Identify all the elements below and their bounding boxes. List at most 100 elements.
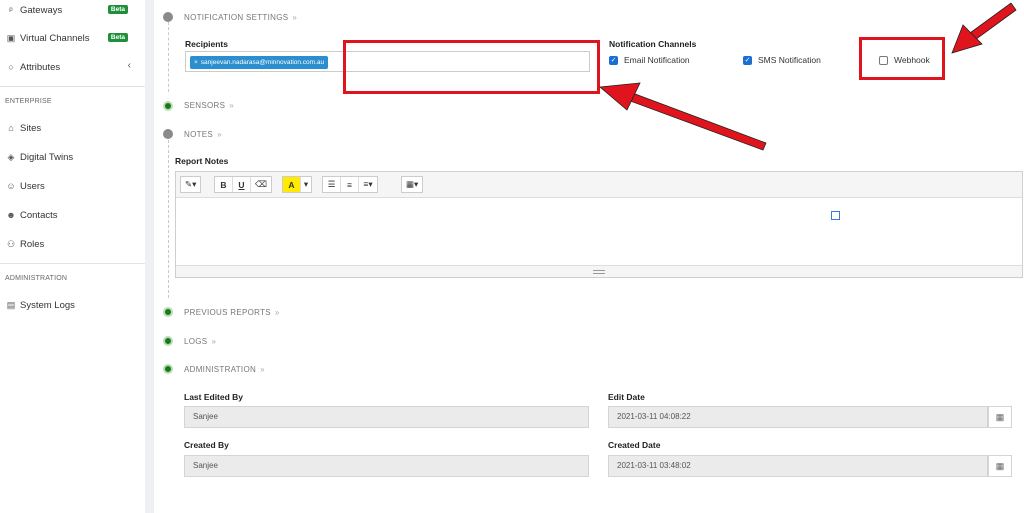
ordered-list-button[interactable]: ≡ — [341, 177, 359, 192]
timeline-line — [168, 22, 169, 92]
sidebar-item-attributes[interactable]: ○ Attributes ‹ — [5, 59, 145, 75]
section-heading-enterprise: ENTERPRISE — [5, 98, 52, 105]
circle-icon: ○ — [8, 62, 14, 72]
section-sensors[interactable]: SENSORS» — [184, 101, 234, 110]
sidebar-item-contacts[interactable]: ☻ Contacts — [5, 207, 58, 223]
email-notification-checkbox[interactable]: ✓ Email Notification — [609, 55, 690, 65]
underline-button[interactable]: U — [233, 177, 251, 192]
eraser-icon[interactable]: ⌫ — [251, 177, 271, 192]
calendar-icon[interactable]: ▦ — [988, 406, 1012, 428]
gateway-icon: ᵖ — [9, 5, 13, 15]
sidebar-item-digital-twins[interactable]: ◈ Digital Twins — [5, 149, 74, 165]
highlight-box-recipients — [343, 40, 600, 94]
chevron-right-icon: » — [229, 101, 234, 110]
grip-icon — [593, 269, 605, 274]
sidebar-item-label: Digital Twins — [20, 151, 74, 163]
section-dot — [163, 101, 173, 111]
section-previous-reports[interactable]: PREVIOUS REPORTS» — [184, 308, 280, 317]
toolbar-group-font: B U ⌫ — [214, 176, 273, 193]
section-dot — [163, 336, 173, 346]
beta-badge: Beta — [107, 5, 128, 14]
beta-badge: Beta — [107, 33, 128, 42]
square-marker-icon — [831, 211, 840, 220]
editor-content[interactable] — [176, 198, 1022, 265]
sidebar-item-sites[interactable]: ⌂ Sites — [5, 120, 41, 136]
section-dot — [163, 364, 173, 374]
last-edited-by-label: Last Edited By — [184, 392, 244, 402]
section-administration[interactable]: ADMINISTRATION» — [184, 365, 265, 374]
section-title: NOTIFICATION SETTINGS — [184, 13, 289, 22]
sidebar-item-system-logs[interactable]: ▤ System Logs — [5, 297, 75, 313]
table-dropdown[interactable]: ▦▾ — [402, 177, 422, 192]
chevron-right-icon: » — [260, 365, 265, 374]
magic-wand-icon[interactable]: ✎▾ — [181, 177, 200, 192]
sidebar-item-label: Virtual Channels — [20, 32, 90, 44]
sidebar-item-gateways[interactable]: ᵖ Gateways Beta — [5, 2, 140, 18]
recipients-label: Recipients — [185, 39, 228, 49]
section-heading-administration: ADMINISTRATION — [5, 275, 68, 282]
toolbar-group-color: A ▾ — [282, 176, 312, 193]
sidebar-item-label: System Logs — [20, 299, 75, 311]
chevron-right-icon: » — [292, 13, 298, 22]
created-date-label: Created Date — [608, 440, 661, 450]
section-dot — [163, 307, 173, 317]
sms-notification-checkbox[interactable]: ✓ SMS Notification — [743, 55, 821, 65]
checkbox-label: SMS Notification — [758, 55, 821, 65]
chevron-right-icon: » — [217, 130, 222, 139]
section-dot — [163, 12, 173, 22]
clipboard-icon: ▤ — [6, 299, 16, 310]
sidebar-divider — [145, 0, 154, 513]
unordered-list-button[interactable]: ☰ — [323, 177, 341, 192]
sidebar-item-label: Contacts — [20, 209, 58, 221]
chevron-left-icon[interactable]: ‹ — [128, 60, 131, 71]
section-dot — [163, 129, 173, 139]
recipient-tag[interactable]: × sanjeevan.nadarasa@minnovation.com.au — [190, 56, 329, 69]
text-color-button[interactable]: A — [283, 177, 301, 192]
align-dropdown[interactable]: ≡▾ — [359, 177, 377, 192]
section-title: ADMINISTRATION — [184, 365, 257, 374]
last-edited-by-field: Sanjee — [184, 406, 589, 428]
sidebar-item-label: Users — [20, 180, 45, 192]
sidebar-item-label: Gateways — [20, 4, 63, 16]
checkbox-checked-icon: ✓ — [743, 55, 752, 65]
edit-date-field: 2021-03-11 04:08:22 — [608, 406, 988, 428]
user-icon: ☺ — [6, 181, 16, 191]
notification-channels-label: Notification Channels — [609, 39, 697, 49]
virtual-channel-icon: ▣ — [6, 32, 16, 43]
section-notes[interactable]: NOTES» — [184, 130, 222, 139]
highlight-box-webhook — [859, 37, 945, 80]
roles-icon: ⚇ — [6, 238, 16, 249]
report-notes-editor[interactable]: ✎▾ B U ⌫ A ▾ ☰ ≡ ≡▾ ▦▾ — [175, 171, 1023, 278]
chevron-right-icon: » — [274, 308, 280, 317]
toolbar-group-style: ✎▾ — [180, 176, 202, 193]
section-title: SENSORS — [184, 101, 226, 110]
sidebar-item-roles[interactable]: ⚇ Roles — [5, 236, 44, 252]
divider — [0, 263, 145, 264]
section-notification-settings[interactable]: NOTIFICATION SETTINGS» — [184, 13, 297, 22]
sites-icon: ⌂ — [8, 123, 14, 133]
editor-resize-handle[interactable] — [176, 265, 1022, 277]
divider — [0, 86, 145, 87]
chevron-down-icon[interactable]: ▾ — [301, 177, 311, 192]
sidebar-item-label: Sites — [20, 122, 42, 134]
edit-date-label: Edit Date — [608, 392, 645, 402]
sidebar-item-users[interactable]: ☺ Users — [5, 178, 45, 194]
section-title: LOGS — [184, 337, 208, 346]
checkbox-checked-icon: ✓ — [609, 55, 618, 65]
digital-twin-icon: ◈ — [7, 151, 15, 162]
recipient-email: sanjeevan.nadarasa@minnovation.com.au — [200, 59, 325, 66]
section-title: PREVIOUS REPORTS — [184, 308, 271, 317]
created-by-field: Sanjee — [184, 455, 589, 477]
created-date-field: 2021-03-11 03:48:02 — [608, 455, 988, 477]
chevron-right-icon: » — [211, 337, 217, 346]
sidebar-item-virtual-channels[interactable]: ▣ Virtual Channels Beta — [5, 30, 140, 46]
remove-tag-icon[interactable]: × — [194, 59, 198, 66]
calendar-icon[interactable]: ▦ — [988, 455, 1012, 477]
sidebar: ᵖ Gateways Beta ▣ Virtual Channels Beta … — [0, 0, 145, 513]
section-logs[interactable]: LOGS» — [184, 337, 216, 346]
checkbox-label: Email Notification — [624, 55, 690, 65]
bold-button[interactable]: B — [215, 177, 233, 192]
timeline-line — [168, 140, 169, 298]
toolbar-group-table: ▦▾ — [401, 176, 424, 193]
sidebar-item-label: Attributes — [20, 61, 61, 73]
